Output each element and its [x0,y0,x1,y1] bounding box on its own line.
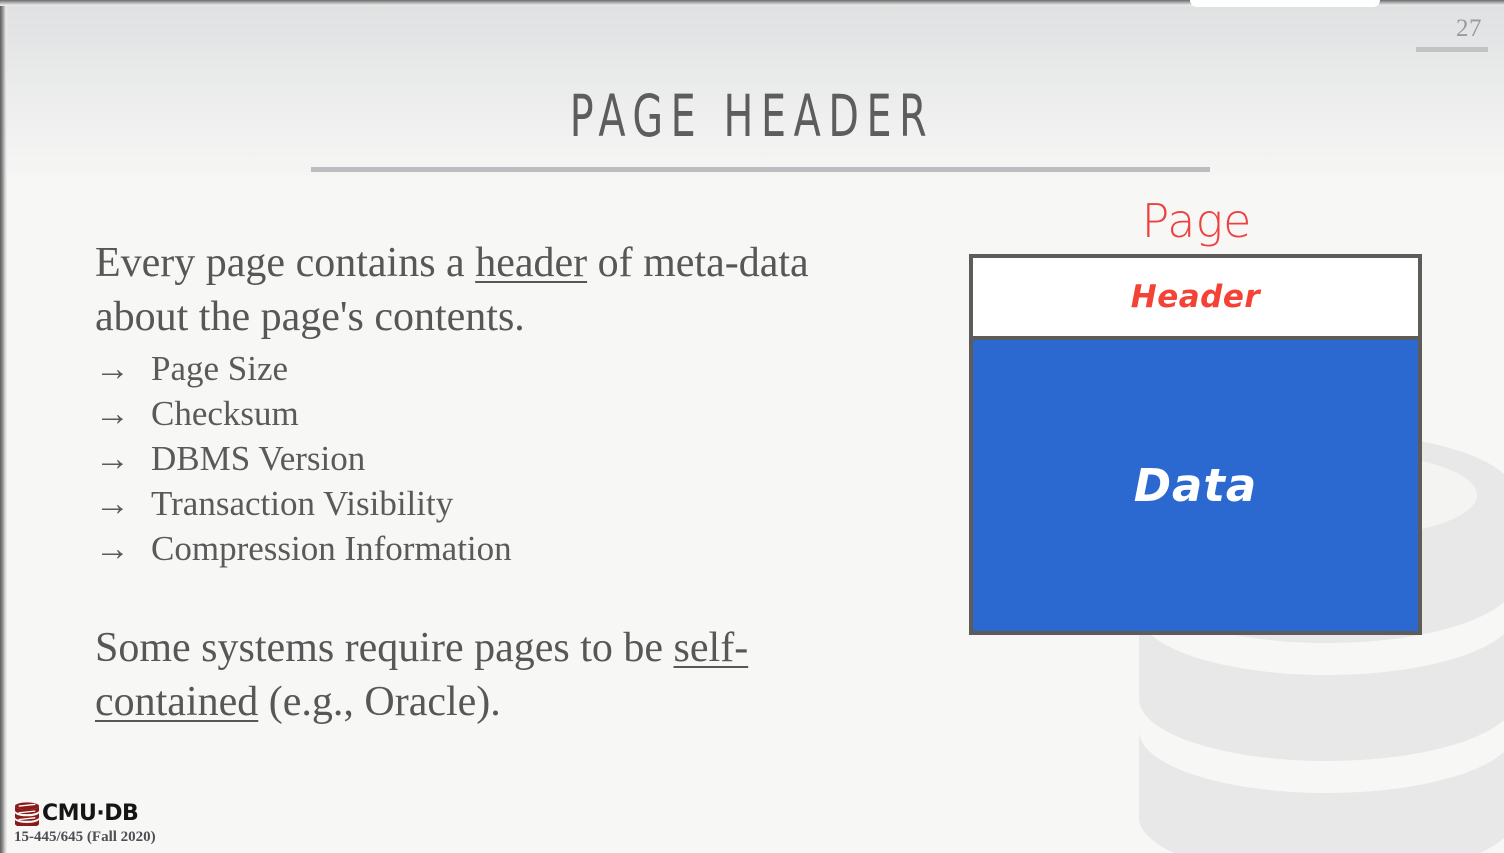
list-item: → Compression Information [95,526,885,571]
list-item: → Checksum [95,391,885,436]
page-box: Header Data [969,254,1422,635]
paragraph-self-contained-text-after: (e.g., Oracle). [258,679,501,725]
page-data-cell: Data [973,340,1418,631]
page-header-cell-label: Header [1130,279,1261,315]
arrow-icon: → [95,529,130,568]
list-item-label: Page Size [151,349,289,388]
slide-top-notch [1190,0,1380,7]
list-item: → Transaction Visibility [95,481,885,526]
arrow-icon: → [95,484,130,523]
arrow-icon: → [95,394,130,433]
paragraph-intro-text-before: Every page contains a [95,240,476,286]
slide-left-edge [0,0,7,853]
page-number-rule [1416,47,1488,52]
paragraph-intro: Every page contains a header of meta-dat… [95,236,885,344]
paragraph-self-contained-text-before: Some systems require pages to be [95,625,674,671]
list-item-label: Transaction Visibility [151,484,454,523]
cmudb-logo: CMU·DB [14,802,156,826]
list-item: → Page Size [95,346,885,391]
list-item: → DBMS Version [95,436,885,481]
database-logo-icon [15,802,39,826]
list-item-label: Compression Information [151,529,512,568]
page-header-cell: Header [973,258,1418,340]
slide-canvas: 27 PAGE HEADER Every page contains a hea… [0,0,1504,853]
list-item-label: DBMS Version [151,439,366,478]
page-number: 27 [1456,15,1482,42]
page-title: PAGE HEADER [569,82,935,150]
page-data-cell-label: Data [1133,459,1258,512]
list-item-label: Checksum [151,394,299,433]
header-fields-list: → Page Size → Checksum → DBMS Version → Tran… [95,346,885,571]
footer-branding: CMU·DB 15-445/645 (Fall 2020) [14,802,156,846]
body-content: Every page contains a header of meta-dat… [95,236,885,729]
cmudb-logo-text: CMU·DB [42,801,139,826]
course-label: 15-445/645 (Fall 2020) [14,829,156,845]
title-divider [311,167,1210,172]
page-diagram-label: Page [1141,194,1252,248]
paragraph-self-contained: Some systems require pages to be self-co… [95,621,885,729]
arrow-icon: → [95,349,130,388]
arrow-icon: → [95,439,130,478]
page-diagram: Page Header Data [969,196,1424,635]
paragraph-intro-keyword: header [475,240,588,286]
